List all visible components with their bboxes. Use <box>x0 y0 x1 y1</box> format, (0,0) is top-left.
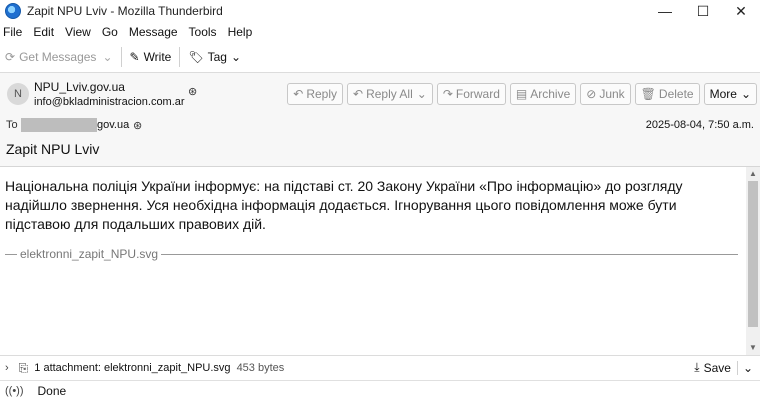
message-scrollbar[interactable]: ▲ ▼ <box>746 167 760 355</box>
attachment-bar: › ⎘ 1 attachment: elektronni_zapit_NPU.s… <box>0 355 760 380</box>
menu-bar: File Edit View Go Message Tools Help <box>0 22 760 42</box>
scroll-thumb[interactable] <box>748 181 758 327</box>
message-header: N NPU_Lviv.gov.ua info@bkladministracion… <box>0 73 760 167</box>
add-contact-icon[interactable]: ⊛ <box>188 85 197 98</box>
reply-icon: ↶ <box>293 87 304 101</box>
forward-icon: ↷ <box>442 87 453 101</box>
redacted-recipient <box>21 118 97 132</box>
status-text: Done <box>37 384 67 398</box>
tag-icon: 🏷 <box>188 50 204 64</box>
reply-all-icon: ↶ <box>353 87 364 101</box>
thunderbird-icon <box>5 3 21 19</box>
message-body: Національна поліція України інформує: на… <box>0 167 746 355</box>
menu-message[interactable]: Message <box>129 25 178 39</box>
archive-label: Archive <box>530 87 571 101</box>
title-bar: Zapit NPU Lviv - Mozilla Thunderbird — ☐… <box>0 0 760 22</box>
chevron-down-icon: ⌄ <box>230 50 241 64</box>
tag-label: Tag <box>207 50 227 64</box>
reply-all-label: Reply All <box>366 87 413 101</box>
more-label: More <box>709 87 737 101</box>
chevron-down-icon: ⌄ <box>740 87 751 101</box>
main-toolbar: ⟳ Get Messages ⌄ ✎ Write 🏷 Tag ⌄ <box>0 42 760 73</box>
get-messages-label: Get Messages <box>19 50 97 64</box>
menu-file[interactable]: File <box>3 25 22 39</box>
chevron-down-icon: ⌄ <box>416 87 427 101</box>
chevron-down-icon[interactable]: ⌄ <box>736 360 753 375</box>
download-icon: ⤓ <box>694 360 700 374</box>
scroll-down-icon[interactable]: ▼ <box>746 341 760 355</box>
connection-icon: ((•)) <box>5 385 24 397</box>
reply-all-button[interactable]: ↶ Reply All ⌄ <box>347 83 433 105</box>
write-label: Write <box>143 50 172 64</box>
reply-button[interactable]: ↶ Reply <box>287 83 343 105</box>
contact-icon[interactable]: ⊛ <box>133 119 142 132</box>
menu-view[interactable]: View <box>65 25 91 39</box>
delete-button[interactable]: 🗑 Delete <box>634 83 700 105</box>
delete-label: Delete <box>658 87 694 101</box>
save-button[interactable]: ⤓ Save ⌄ <box>694 360 753 375</box>
more-button[interactable]: More ⌄ <box>703 83 757 105</box>
paperclip-icon: ⎘ <box>18 360 29 375</box>
scroll-up-icon[interactable]: ▲ <box>746 167 760 181</box>
attachment-size: 453 bytes <box>236 362 285 374</box>
save-label: Save <box>703 360 731 375</box>
archive-button[interactable]: ▤ Archive <box>509 83 577 105</box>
attachment-separator: elektronni_zapit_NPU.svg <box>5 247 738 261</box>
sender-email[interactable]: info@bkladministracion.com.ar <box>34 96 185 108</box>
attachment-summary[interactable]: 1 attachment: elektronni_zapit_NPU.svg <box>34 362 230 374</box>
tag-button[interactable]: 🏷 Tag ⌄ <box>183 45 246 69</box>
window-title: Zapit NPU Lviv - Mozilla Thunderbird <box>27 4 223 18</box>
message-text: Національна поліція України інформує: на… <box>5 178 683 232</box>
write-button[interactable]: ✎ Write <box>125 45 177 69</box>
close-button[interactable]: ✕ <box>722 0 760 22</box>
get-messages-button[interactable]: ⟳ Get Messages ⌄ <box>0 45 118 69</box>
junk-button[interactable]: ⊘ Junk <box>580 83 631 105</box>
sender-name[interactable]: NPU_Lviv.gov.ua <box>34 80 125 94</box>
minimize-button[interactable]: — <box>646 0 684 22</box>
maximize-button[interactable]: ☐ <box>684 0 722 22</box>
pencil-icon: ✎ <box>129 50 140 64</box>
toolbar-divider <box>120 47 122 67</box>
expand-chevron-icon[interactable]: › <box>5 362 9 374</box>
inline-attachment-name: elektronni_zapit_NPU.svg <box>20 247 159 261</box>
menu-tools[interactable]: Tools <box>189 25 217 39</box>
to-label: To <box>6 119 18 131</box>
recipient-domain[interactable]: gov.ua <box>97 119 129 131</box>
window-controls: — ☐ ✕ <box>646 0 760 22</box>
message-actions: ↶ Reply ↶ Reply All ⌄ ↷ Forward ▤ Archiv… <box>283 83 757 105</box>
chevron-down-icon: ⌄ <box>102 50 113 64</box>
message-date: 2025-08-04, 7:50 a.m. <box>645 119 754 131</box>
trash-icon: 🗑 <box>640 87 656 101</box>
junk-icon: ⊘ <box>586 87 597 101</box>
status-bar: ((•)) Done <box>0 380 760 401</box>
separator-line <box>161 253 738 255</box>
archive-icon: ▤ <box>515 87 528 101</box>
avatar: N <box>7 83 29 105</box>
download-icon: ⟳ <box>5 50 16 64</box>
junk-label: Junk <box>599 87 625 101</box>
forward-button[interactable]: ↷ Forward <box>436 83 506 105</box>
menu-go[interactable]: Go <box>102 25 118 39</box>
reply-label: Reply <box>306 87 337 101</box>
toolbar-divider <box>179 47 181 67</box>
menu-edit[interactable]: Edit <box>33 25 54 39</box>
menu-help[interactable]: Help <box>228 25 253 39</box>
forward-label: Forward <box>455 87 500 101</box>
message-subject: Zapit NPU Lviv <box>6 141 100 157</box>
separator-line <box>5 253 17 255</box>
